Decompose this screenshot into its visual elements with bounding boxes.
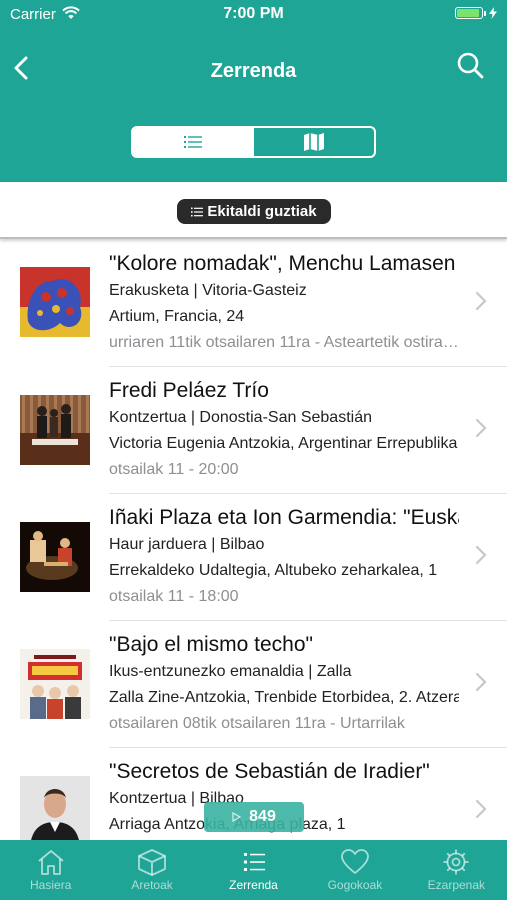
list-item[interactable]: Iñaki Plaza eta Ion Garmendia: "Euskal H…: [0, 494, 507, 621]
event-venue: Victoria Eugenia Antzokia, Argentinar Er…: [109, 435, 458, 452]
event-list: "Kolore nomadak", Menchu Lamasen obra Er…: [0, 240, 507, 840]
result-count-badge[interactable]: 849: [204, 802, 304, 832]
event-title: Fredi Peláez Trío: [109, 379, 269, 402]
page-title: Zerrenda: [210, 60, 297, 82]
event-category: Haur jarduera | Bilbao: [109, 536, 265, 553]
battery-icon: [455, 7, 497, 19]
gear-icon: [443, 849, 469, 875]
tab-label: Gogokoak: [327, 878, 383, 892]
event-title: "Secretos de Sebastián de Iradier": [109, 760, 430, 783]
tab-zerrenda[interactable]: Zerrenda: [203, 840, 304, 900]
event-thumbnail: [20, 776, 90, 840]
list-icon: [184, 136, 203, 148]
event-thumbnail: [20, 395, 90, 465]
event-category: Kontzertua | Donostia-San Sebastián: [109, 409, 372, 426]
list-item[interactable]: "Bajo el mismo techo" Ikus-entzunezko em…: [0, 621, 507, 748]
event-title: "Kolore nomadak", Menchu Lamasen obra: [109, 252, 459, 275]
filter-bar: Ekitaldi guztiak: [0, 182, 507, 239]
tab-gogokoak[interactable]: Gogokoak: [304, 840, 405, 900]
filter-label: Ekitaldi guztiak: [207, 203, 317, 220]
event-category: Erakusketa | Vitoria-Gasteiz: [109, 282, 307, 299]
event-thumbnail: [20, 522, 90, 592]
tab-aretoak[interactable]: Aretoak: [101, 840, 202, 900]
chevron-right-icon: [475, 418, 487, 438]
tab-ezarpenak[interactable]: Ezarpenak: [406, 840, 507, 900]
event-thumbnail: [20, 267, 90, 337]
status-bar: Carrier 7:00 PM: [0, 0, 507, 28]
list-icon: [243, 853, 265, 871]
nav-bar: Zerrenda: [0, 44, 507, 96]
search-button[interactable]: [455, 50, 487, 82]
list-view-tab[interactable]: [133, 128, 254, 156]
chevron-right-icon: [475, 799, 487, 819]
map-icon: [303, 133, 324, 151]
map-view-tab[interactable]: [254, 128, 375, 156]
event-venue: Zalla Zine-Antzokia, Trenbide Etorbidea,…: [109, 689, 459, 706]
status-time: 7:00 PM: [223, 5, 284, 22]
search-icon: [457, 52, 484, 79]
view-toggle: [131, 126, 376, 158]
chevron-right-icon: [475, 291, 487, 311]
result-count: 849: [249, 808, 276, 825]
tab-label: Zerrenda: [229, 878, 278, 892]
event-category: Ikus-entzunezko emanaldia | Zalla: [109, 663, 352, 680]
event-date: urriaren 11tik otsailaren 11ra - Asteart…: [109, 334, 459, 351]
event-venue: Artium, Francia, 24: [109, 308, 245, 325]
event-title: "Bajo el mismo techo": [109, 633, 313, 656]
list-item[interactable]: Fredi Peláez Trío Kontzertua | Donostia-…: [0, 367, 507, 494]
list-icon: [191, 207, 204, 216]
event-date: otsailak 11 - 18:00: [109, 588, 239, 605]
play-icon: [232, 812, 242, 822]
tab-hasiera[interactable]: Hasiera: [0, 840, 101, 900]
chevron-right-icon: [475, 672, 487, 692]
event-thumbnail: [20, 649, 90, 719]
event-venue: Errekaldeko Udaltegia, Altubeko zeharkal…: [109, 562, 438, 579]
home-icon: [38, 850, 64, 875]
chevron-right-icon: [475, 545, 487, 565]
tab-label: Hasiera: [30, 878, 72, 892]
filter-button[interactable]: Ekitaldi guztiak: [177, 199, 331, 224]
heart-icon: [341, 849, 369, 874]
event-date: otsailaren 08tik otsailaren 11ra - Urtar…: [109, 715, 405, 732]
event-date: otsailak 11 - 20:00: [109, 461, 239, 478]
tab-bar: Hasiera Aretoak Zerrenda Gogokoak Ezarpe…: [0, 840, 507, 900]
tab-label: Ezarpenak: [427, 878, 486, 892]
cube-icon: [138, 849, 167, 876]
event-title: Iñaki Plaza eta Ion Garmendia: "Euskal: [109, 506, 459, 529]
header: Carrier 7:00 PM Zerrenda: [0, 0, 507, 182]
list-item[interactable]: "Kolore nomadak", Menchu Lamasen obra Er…: [0, 240, 507, 367]
tab-label: Aretoak: [131, 878, 173, 892]
